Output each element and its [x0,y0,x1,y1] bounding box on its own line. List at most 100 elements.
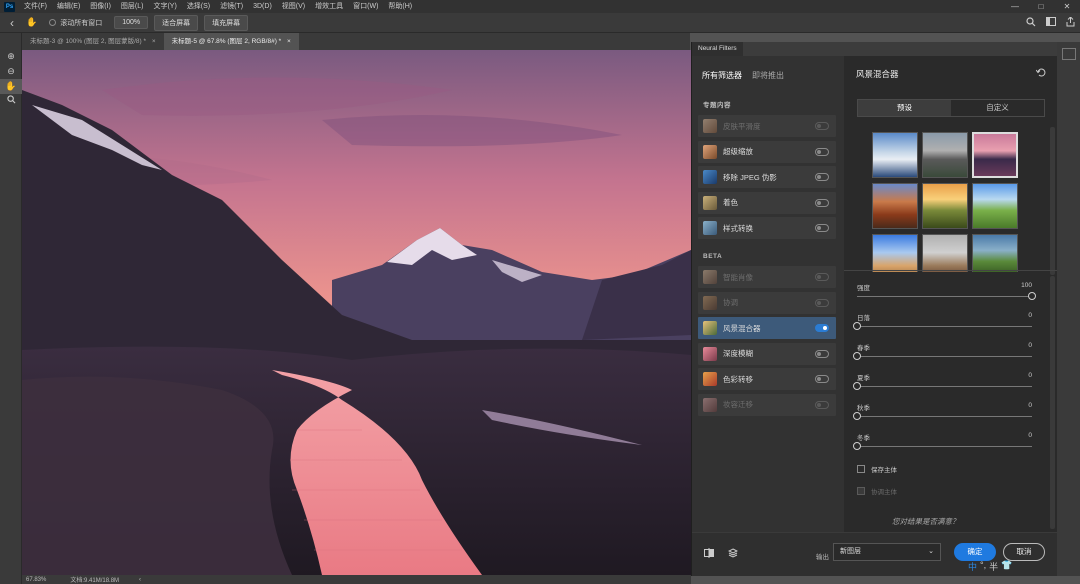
slider-spring[interactable]: 春季 0 [853,342,1032,360]
compare-icon[interactable] [704,548,714,560]
status-arrow-icon[interactable]: ‹ [139,577,141,583]
tab-custom[interactable]: 自定义 [951,100,1044,116]
cancel-button[interactable]: 取消 [1003,543,1045,561]
close-icon[interactable]: × [152,38,156,45]
preset-thumbnail[interactable] [872,183,918,229]
share-icon[interactable] [1066,15,1075,29]
menu-plugins[interactable]: 增效工具 [310,0,348,13]
preserve-subject-checkbox[interactable]: 保存主体 [857,464,897,474]
hand-icon[interactable]: ✋ [0,79,22,94]
filter-smart-portrait[interactable]: 智能肖像 [698,266,836,288]
zoom-out-icon[interactable]: ⊖ [0,64,22,79]
toggle-switch[interactable] [815,400,829,409]
slider-knob[interactable] [1028,292,1036,300]
output-select[interactable]: 新图层 ⌄ [833,543,941,561]
preset-thumbnail[interactable] [972,132,1018,178]
slider-sunset[interactable]: 日落 0 [853,312,1032,330]
magnifier-icon[interactable] [0,94,22,109]
menu-select[interactable]: 选择(S) [182,0,215,13]
filter-depth-blur[interactable]: 深度模糊 [698,342,836,365]
close-window-button[interactable]: ✕ [1054,2,1080,11]
maximize-button[interactable]: □ [1028,2,1054,11]
checkbox-box[interactable] [857,487,865,495]
reset-icon[interactable] [1035,68,1046,80]
gallery-scrollbar[interactable] [1050,127,1055,275]
document-canvas[interactable] [22,50,691,575]
menu-filter[interactable]: 滤镜(T) [215,0,248,13]
close-icon[interactable]: × [287,38,291,45]
menu-image[interactable]: 图像(I) [85,0,116,13]
menu-type[interactable]: 文字(Y) [148,0,181,13]
slider-summer[interactable]: 夏季 0 [853,372,1032,390]
image-panel-icon[interactable] [1061,48,1076,60]
menu-edit[interactable]: 编辑(E) [52,0,85,13]
slider-track[interactable] [857,326,1032,327]
toggle-switch[interactable] [815,224,829,232]
tab-coming-soon[interactable]: 即将推出 [752,70,784,85]
zoom-100-button[interactable]: 100% [114,16,149,29]
preset-thumbnail[interactable] [922,183,968,229]
zoom-in-icon[interactable]: ⊕ [0,49,22,64]
toggle-switch[interactable] [815,298,829,307]
menu-window[interactable]: 窗口(W) [348,0,383,13]
slider-knob[interactable] [853,352,861,360]
slider-knob[interactable] [853,322,861,330]
menu-help[interactable]: 帮助(H) [383,0,417,13]
tab-untitled-3[interactable]: 未标题-3 @ 100% (图层 2, 图层蒙版/8) * × [22,33,164,50]
search-icon[interactable] [1026,16,1036,29]
toggle-switch[interactable] [815,122,829,130]
toggle-switch[interactable] [815,375,829,383]
filter-super-zoom[interactable]: 超级缩放 [698,140,836,163]
filter-harmonization[interactable]: 协调 [698,291,836,314]
panel-title[interactable]: Neural Filters [692,42,743,56]
fit-screen-button[interactable]: 适合屏幕 [154,14,199,31]
filter-jpeg-artifacts[interactable]: 移除 JPEG 伪影 [698,166,836,188]
ime-chinese[interactable]: 中 [968,560,977,573]
toggle-switch[interactable] [815,349,829,358]
preset-thumbnail[interactable] [872,234,918,272]
slider-knob[interactable] [853,382,861,390]
slider-track[interactable] [857,416,1032,417]
slider-autumn[interactable]: 秋季 0 [853,402,1032,420]
filter-skin-smoothing[interactable]: 皮肤平滑度 [698,115,836,137]
slider-track[interactable] [857,446,1032,447]
slider-track[interactable] [857,356,1032,357]
toggle-switch[interactable] [815,198,829,207]
settings-scrollbar[interactable] [1050,276,1055,529]
slider-knob[interactable] [853,412,861,420]
toggle-switch[interactable] [815,324,829,332]
harmonize-subject-checkbox[interactable]: 协调主体 [857,486,897,496]
feedback-link[interactable]: 您对结果是否满意？ [892,516,960,527]
ime-punct[interactable]: °, [980,560,986,573]
slider-winter[interactable]: 冬季 0 [853,432,1032,450]
slider-track[interactable] [857,296,1032,297]
ime-skin-icon[interactable]: 👕 [1001,560,1012,573]
tab-untitled-5[interactable]: 未标题-5 @ 67.8% (图层 2, RGB/8#) * × [163,33,299,50]
preset-thumbnail[interactable] [922,234,968,272]
back-icon[interactable]: ‹ [10,16,14,30]
preset-thumbnail[interactable] [972,234,1018,272]
fill-screen-button[interactable]: 填充屏幕 [204,14,249,31]
scroll-all-checkbox[interactable] [49,19,57,26]
minimize-button[interactable]: — [1002,2,1028,11]
preset-thumbnail[interactable] [922,132,968,178]
filter-makeup-transfer[interactable]: 妆容迁移 [698,393,836,416]
toggle-switch[interactable] [815,173,829,181]
menu-3d[interactable]: 3D(D) [248,0,277,13]
toggle-switch[interactable] [815,273,829,281]
checkbox-box[interactable] [857,465,865,473]
filter-colorize[interactable]: 着色 [698,191,836,214]
menu-view[interactable]: 视图(V) [277,0,310,13]
preset-thumbnail[interactable] [872,132,918,178]
hand-tool-icon[interactable]: ✋ [26,17,37,28]
preset-thumbnail[interactable] [972,183,1018,229]
slider-knob[interactable] [853,442,861,450]
slider-strength[interactable]: 强度 100 [857,282,1036,300]
toggle-switch[interactable] [815,147,829,156]
filter-landscape-mixer[interactable]: 风景混合器 [698,317,836,339]
layers-icon[interactable] [727,548,739,560]
filter-style-transfer[interactable]: 样式转换 [698,217,836,239]
menu-layer[interactable]: 图层(L) [116,0,149,13]
workspace-icon[interactable] [1046,17,1056,28]
ime-halfwidth[interactable]: 半 [989,560,998,573]
